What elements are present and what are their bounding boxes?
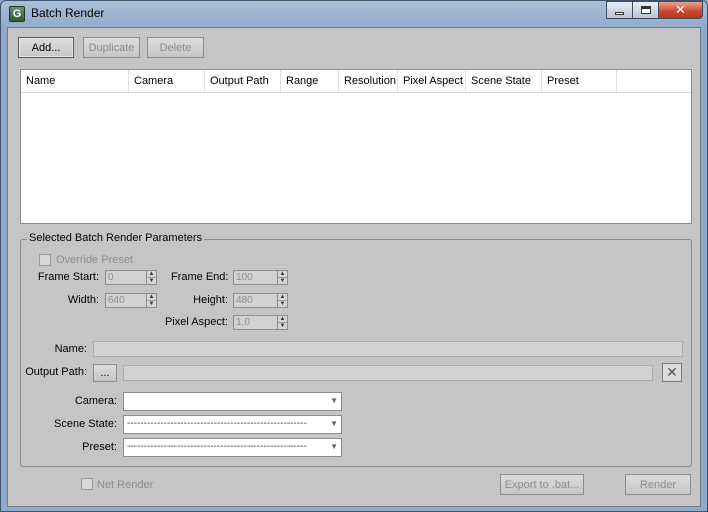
column-header-name[interactable]: Name [21,70,129,93]
pixel-aspect-field[interactable]: 1,0 [233,315,278,330]
camera-label: Camera: [74,395,117,407]
frame-start-label: Frame Start: [37,271,99,283]
batch-job-list[interactable]: Name Camera Output Path Range Resolution… [20,69,692,224]
frame-end-field[interactable]: 100 [233,270,278,285]
net-render-checkbox[interactable] [81,478,93,490]
net-render-label: Net Render [97,479,154,491]
width-spinner[interactable]: 640 ▲ ▼ [105,293,157,308]
column-header-preset[interactable]: Preset [542,70,617,93]
column-header-range[interactable]: Range [281,70,339,93]
browse-output-path-button[interactable]: ... [93,364,117,382]
caption-buttons: ✕ [606,1,703,19]
chevron-down-icon: ▼ [330,442,338,451]
override-preset-checkbox[interactable] [39,254,51,266]
name-label: Name: [54,343,87,355]
spinner-arrows-icon[interactable]: ▲ ▼ [278,293,288,308]
output-path-label: Output Path: [25,366,87,378]
dialog-body: Add... Duplicate Delete Name Camera Outp… [7,27,701,507]
height-spinner[interactable]: 480 ▲ ▼ [233,293,288,308]
output-path-field[interactable] [123,365,653,381]
width-label: Width: [67,294,99,306]
width-field[interactable]: 640 [105,293,147,308]
scene-state-value: ----------------------------------------… [127,418,307,429]
title-bar[interactable]: G Batch Render ✕ [1,1,707,27]
clear-x-icon: ✕ [666,364,678,380]
column-header-pixel-aspect[interactable]: Pixel Aspect [398,70,466,93]
height-field[interactable]: 480 [233,293,278,308]
clear-output-path-button[interactable]: ✕ [662,363,682,382]
add-button[interactable]: Add... [18,37,74,58]
preset-dropdown[interactable]: ----------------------------------------… [123,438,342,457]
frame-start-field[interactable]: 0 [105,270,147,285]
close-button[interactable]: ✕ [658,1,703,19]
render-button[interactable]: Render [625,474,691,495]
chevron-down-icon: ▼ [330,396,338,405]
close-icon: ✕ [675,2,686,17]
minimize-icon [615,11,624,15]
frame-end-spinner[interactable]: 100 ▲ ▼ [233,270,288,285]
group-title: Selected Batch Render Parameters [27,232,205,244]
batch-render-window: G Batch Render ✕ Add... Duplicate Delete… [0,0,708,512]
export-to-bat-button[interactable]: Export to .bat... [500,474,584,495]
maximize-button[interactable] [632,1,659,19]
window-title: Batch Render [31,6,105,20]
camera-dropdown[interactable]: ▼ [123,392,342,411]
frame-end-label: Frame End: [171,271,229,283]
app-logo-icon[interactable]: G [9,6,25,22]
preset-label: Preset: [82,441,117,453]
delete-button[interactable]: Delete [147,37,204,58]
column-header-camera[interactable]: Camera [129,70,205,93]
scene-state-label: Scene State: [54,418,117,430]
preset-value: ----------------------------------------… [127,441,307,452]
column-header-output-path[interactable]: Output Path [205,70,281,93]
name-field[interactable] [93,341,683,357]
batch-render-parameters-group: Selected Batch Render Parameters Overrid… [20,232,692,467]
scene-state-dropdown[interactable]: ----------------------------------------… [123,415,342,434]
pixel-aspect-spinner[interactable]: 1,0 ▲ ▼ [233,315,288,330]
column-header-scene-state[interactable]: Scene State [466,70,542,93]
override-preset-label: Override Preset [56,254,134,266]
duplicate-button[interactable]: Duplicate [83,37,140,58]
spinner-arrows-icon[interactable]: ▲ ▼ [147,293,157,308]
chevron-down-icon: ▼ [330,419,338,428]
spinner-arrows-icon[interactable]: ▲ ▼ [278,315,288,330]
spinner-arrows-icon[interactable]: ▲ ▼ [147,270,157,285]
list-header: Name Camera Output Path Range Resolution… [21,70,691,93]
spinner-arrows-icon[interactable]: ▲ ▼ [278,270,288,285]
pixel-aspect-label: Pixel Aspect: [165,316,228,328]
minimize-button[interactable] [606,1,633,19]
frame-start-spinner[interactable]: 0 ▲ ▼ [105,270,157,285]
column-header-resolution[interactable]: Resolution [339,70,398,93]
height-label: Height: [193,294,228,306]
maximize-icon [640,6,651,14]
